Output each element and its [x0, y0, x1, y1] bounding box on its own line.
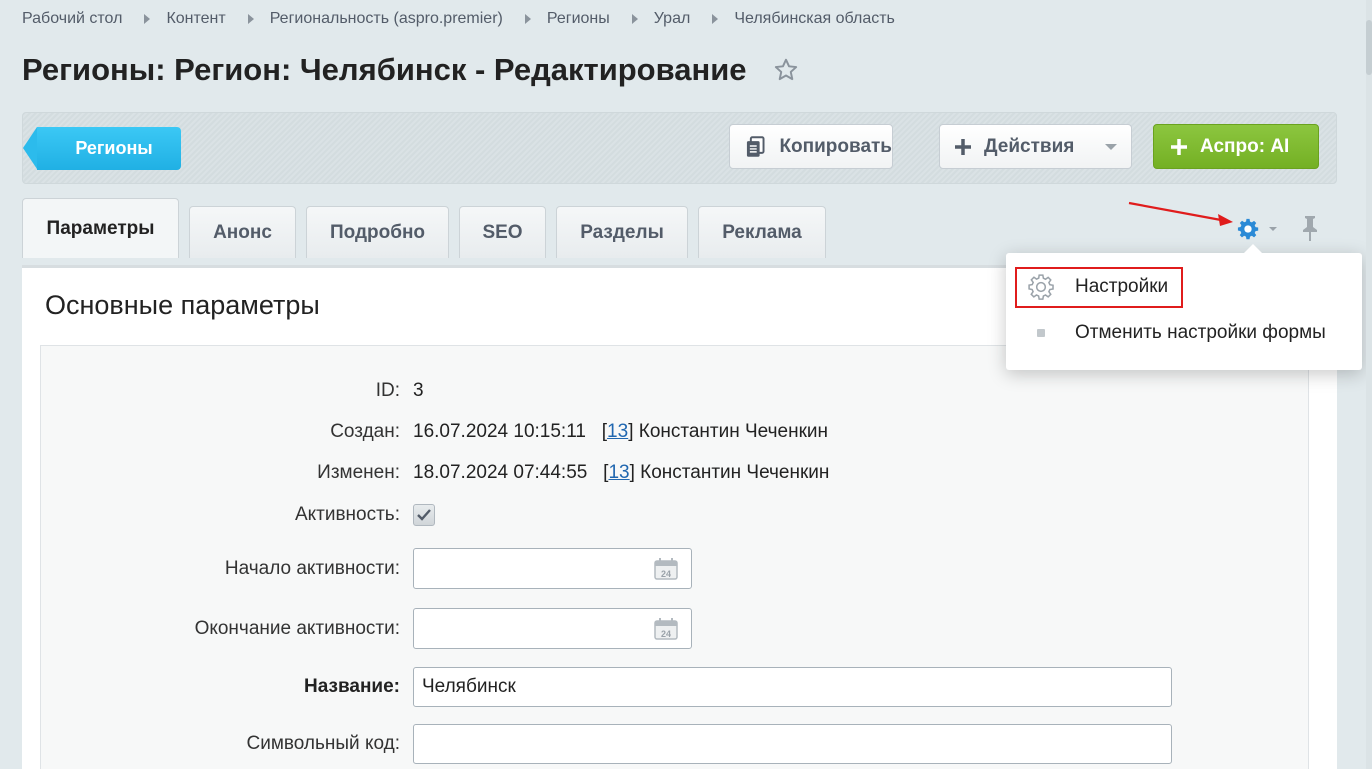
plus-icon	[955, 138, 971, 155]
parameters-panel: ID: 3 Создан: 16.07.2024 10:15:11 [13] К…	[40, 345, 1309, 769]
breadcrumb: Рабочий стол Контент Региональность (asp…	[22, 10, 895, 28]
field-row-name: Название:	[41, 667, 1310, 707]
actions-button[interactable]: Действия	[939, 124, 1132, 169]
tab-sections[interactable]: Разделы	[556, 206, 688, 258]
code-input[interactable]	[413, 724, 1172, 764]
active-to-label: Окончание активности:	[194, 617, 400, 639]
modified-value: 18.07.2024 07:44:55 [13] Константин Чече…	[413, 462, 830, 483]
breadcrumb-separator-icon	[247, 14, 254, 24]
gear-icon[interactable]	[1237, 218, 1259, 240]
menu-icon-wrap	[1016, 329, 1066, 337]
code-label: Символьный код:	[246, 733, 401, 754]
created-label: Создан:	[330, 421, 400, 442]
tab-bar: Параметры Анонс Подробно SEO Разделы Рек…	[22, 198, 836, 258]
breadcrumb-regionality[interactable]: Региональность (aspro.premier)	[270, 10, 503, 28]
tab-details[interactable]: Подробно	[306, 206, 449, 258]
tab-label: Анонс	[213, 221, 272, 243]
section-title: Основные параметры	[45, 290, 320, 320]
modified-date: 18.07.2024 07:44:55	[413, 462, 588, 483]
name-input[interactable]	[413, 667, 1172, 707]
active-to-input[interactable]: 24	[413, 608, 692, 649]
breadcrumb-content[interactable]: Контент	[166, 10, 225, 28]
back-button-label: Регионы	[75, 138, 153, 158]
calendar-icon[interactable]: 24	[653, 617, 679, 641]
calendar-icon[interactable]: 24	[653, 557, 679, 581]
field-row-created: Создан: 16.07.2024 10:15:11 [13] Констан…	[41, 421, 1310, 443]
chevron-down-icon	[1105, 144, 1117, 150]
plus-icon	[1171, 138, 1187, 155]
tab-advertising[interactable]: Реклама	[698, 206, 826, 258]
modified-user-id-link[interactable]: 13	[608, 462, 629, 483]
active-label: Активность:	[294, 504, 400, 525]
menu-item-reset-form-settings[interactable]: Отменить настройки формы	[1016, 313, 1352, 353]
actions-button-label: Действия	[984, 135, 1075, 157]
tab-announcement[interactable]: Анонс	[189, 206, 296, 258]
aspro-ai-button[interactable]: Аспро: AI	[1153, 124, 1319, 169]
calendar-icon-day: 24	[661, 569, 671, 579]
page-title: Регионы: Регион: Челябинск - Редактирова…	[22, 52, 747, 87]
menu-item-reset-label: Отменить настройки формы	[1075, 322, 1326, 343]
active-from-label: Начало активности:	[224, 557, 400, 579]
back-to-regions-button[interactable]: Регионы	[23, 127, 181, 170]
tab-label: Параметры	[46, 217, 155, 239]
annotation-highlight-box	[1015, 267, 1183, 308]
pin-icon[interactable]	[1300, 214, 1320, 242]
field-row-code: Символьный код:	[41, 724, 1310, 764]
breadcrumb-desktop[interactable]: Рабочий стол	[22, 10, 122, 28]
aspro-ai-button-label: Аспро: AI	[1200, 135, 1290, 157]
copy-button-label: Копировать	[779, 135, 892, 157]
active-from-input[interactable]: 24	[413, 548, 692, 589]
breadcrumb-separator-icon	[524, 14, 531, 24]
star-icon[interactable]	[773, 57, 799, 83]
breadcrumb-chelyabinsk-oblast[interactable]: Челябинская область	[734, 10, 895, 28]
annotation-arrow-icon	[1128, 201, 1233, 226]
created-value: 16.07.2024 10:15:11 [13] Константин Чече…	[413, 421, 828, 442]
checkmark-icon	[417, 509, 431, 521]
copy-icon	[746, 135, 765, 157]
name-label: Название:	[303, 676, 400, 697]
copy-button[interactable]: Копировать	[729, 124, 893, 169]
field-row-id: ID: 3	[41, 380, 1310, 402]
tab-parameters[interactable]: Параметры	[22, 198, 179, 258]
id-value: 3	[413, 380, 424, 401]
chevron-down-icon[interactable]	[1269, 227, 1277, 231]
tab-seo[interactable]: SEO	[459, 206, 546, 258]
tab-label: Реклама	[722, 221, 802, 243]
tab-label: Подробно	[329, 221, 426, 243]
breadcrumb-ural[interactable]: Урал	[654, 10, 691, 28]
page-title-row: Регионы: Регион: Челябинск - Редактирова…	[22, 52, 799, 88]
bullet-icon	[1037, 329, 1045, 337]
scrollbar-thumb[interactable]	[1366, 20, 1372, 75]
modified-user-name: Константин Чеченкин	[640, 462, 830, 483]
toolbar: Регионы Копировать Действия Аспро: AI	[22, 112, 1337, 184]
calendar-icon-day: 24	[661, 629, 671, 639]
breadcrumb-regions[interactable]: Регионы	[547, 10, 610, 28]
field-row-active-from: Начало активности: 24	[41, 548, 1310, 589]
created-user-name: Константин Чеченкин	[638, 421, 828, 442]
breadcrumb-separator-icon	[712, 14, 719, 24]
tab-label: Разделы	[580, 221, 664, 243]
tab-label: SEO	[482, 221, 523, 243]
created-user-id-link[interactable]: 13	[607, 421, 628, 442]
created-date: 16.07.2024 10:15:11	[413, 421, 586, 442]
field-row-active-to: Окончание активности: 24	[41, 608, 1310, 649]
field-row-modified: Изменен: 18.07.2024 07:44:55 [13] Конста…	[41, 462, 1310, 484]
active-checkbox[interactable]	[413, 504, 435, 526]
scrollbar[interactable]	[1366, 0, 1372, 769]
breadcrumb-separator-icon	[631, 14, 638, 24]
field-row-active: Активность:	[41, 504, 1310, 526]
id-label: ID:	[375, 380, 400, 401]
modified-label: Изменен:	[317, 462, 400, 483]
breadcrumb-separator-icon	[144, 14, 151, 24]
